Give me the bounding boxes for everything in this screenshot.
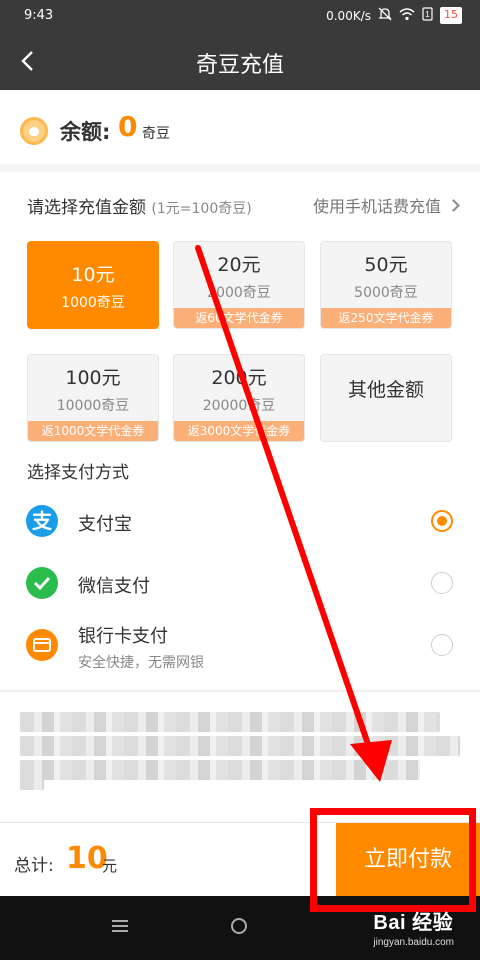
option-beans: 20000奇豆 <box>202 398 276 414</box>
status-indicators: 0.00K/s 1 15 <box>326 7 462 24</box>
page-title: 奇豆充值 <box>195 53 284 78</box>
sim-icon: 1 <box>422 7 433 24</box>
watermark-main: Bai 经验 <box>373 912 454 934</box>
payment-method-label: 选择支付方式 <box>27 463 129 483</box>
option-coupon: 返250文学代金券 <box>321 308 451 328</box>
bean-coin-icon <box>20 117 48 145</box>
network-speed: 0.00K/s <box>326 8 371 23</box>
payment-subtitle: 安全快捷，无需网银 <box>78 655 204 671</box>
amount-option-100[interactable]: 100元 10000奇豆 返1000文学代金券 <box>27 354 159 442</box>
recharge-amount-label: 请选择充值金额 (1元=100奇豆) <box>27 193 252 218</box>
balance-row: 余额: 0 奇豆 <box>0 100 480 162</box>
amount-option-other[interactable]: 其他金额 <box>320 354 452 442</box>
recharge-label-text: 请选择充值金额 <box>27 198 146 218</box>
payment-name: 支付宝 <box>78 514 132 535</box>
amount-option-200[interactable]: 200元 20000奇豆 返3000文学代金券 <box>173 354 305 442</box>
option-price: 50元 <box>364 254 408 276</box>
divider <box>0 690 480 692</box>
phone-link-label: 使用手机话费充值 <box>312 197 441 216</box>
alipay-radio[interactable] <box>431 510 453 532</box>
wifi-icon <box>399 7 415 24</box>
bank-card-icon <box>26 629 58 661</box>
exchange-rate-note: (1元=100奇豆) <box>151 201 252 217</box>
payment-name: 微信支付 <box>78 576 150 597</box>
option-beans: 2000奇豆 <box>207 285 271 301</box>
divider <box>0 164 480 172</box>
balance-unit: 奇豆 <box>142 126 170 142</box>
blurred-text-line <box>20 736 460 756</box>
other-amount-label: 其他金额 <box>347 379 424 401</box>
wechat-pay-icon <box>26 567 58 599</box>
amount-option-50[interactable]: 50元 5000奇豆 返250文学代金券 <box>320 241 452 329</box>
svg-text:1: 1 <box>425 10 430 19</box>
option-coupon: 返3000文学代金券 <box>174 421 304 441</box>
blurred-text-line <box>20 712 440 732</box>
battery-indicator: 15 <box>440 7 462 24</box>
payment-option-alipay[interactable]: 支 支付宝 <box>0 492 480 550</box>
total-label: 总计: <box>14 856 54 876</box>
status-bar: 9:43 0.00K/s 1 15 <box>0 0 480 32</box>
option-price: 20元 <box>217 254 261 276</box>
status-time: 9:43 <box>24 8 54 23</box>
option-price: 10元 <box>71 264 115 286</box>
balance-label: 余额: <box>60 120 111 144</box>
option-price: 200元 <box>211 367 267 389</box>
blurred-text-line <box>20 760 420 780</box>
wechat-radio[interactable] <box>431 572 453 594</box>
option-beans: 10000奇豆 <box>56 398 130 414</box>
total-unit: 元 <box>102 857 118 875</box>
amount-option-10[interactable]: 10元 1000奇豆 <box>27 241 159 329</box>
baidu-jingyan-watermark: Bai 经验 jingyan.baidu.com <box>373 906 454 948</box>
payment-option-bank-card[interactable]: 银行卡支付 安全快捷，无需网银 <box>0 616 480 686</box>
bank-card-radio[interactable] <box>431 634 453 656</box>
blurred-text-line <box>20 778 44 790</box>
menu-icon[interactable] <box>112 920 128 932</box>
payment-name: 银行卡支付 <box>78 626 168 647</box>
option-price: 100元 <box>65 367 121 389</box>
home-icon[interactable] <box>231 918 247 934</box>
blurred-notice <box>20 712 460 792</box>
alipay-icon: 支 <box>26 505 58 537</box>
balance-value: 0 <box>118 110 138 143</box>
option-coupon: 返1000文学代金券 <box>28 421 158 441</box>
option-beans: 5000奇豆 <box>354 285 418 301</box>
chevron-right-icon <box>447 198 460 212</box>
annotation-highlight-box <box>310 808 476 912</box>
amount-option-20[interactable]: 20元 2000奇豆 返60文学代金券 <box>173 241 305 329</box>
app-header: 奇豆充值 <box>0 32 480 90</box>
payment-option-wechat[interactable]: 微信支付 <box>0 554 480 612</box>
phone-bill-recharge-link[interactable]: 使用手机话费充值 <box>312 193 460 217</box>
watermark-url: jingyan.baidu.com <box>373 937 454 948</box>
option-coupon: 返60文学代金券 <box>174 308 304 328</box>
mute-icon <box>378 7 392 24</box>
option-beans: 1000奇豆 <box>61 295 125 311</box>
